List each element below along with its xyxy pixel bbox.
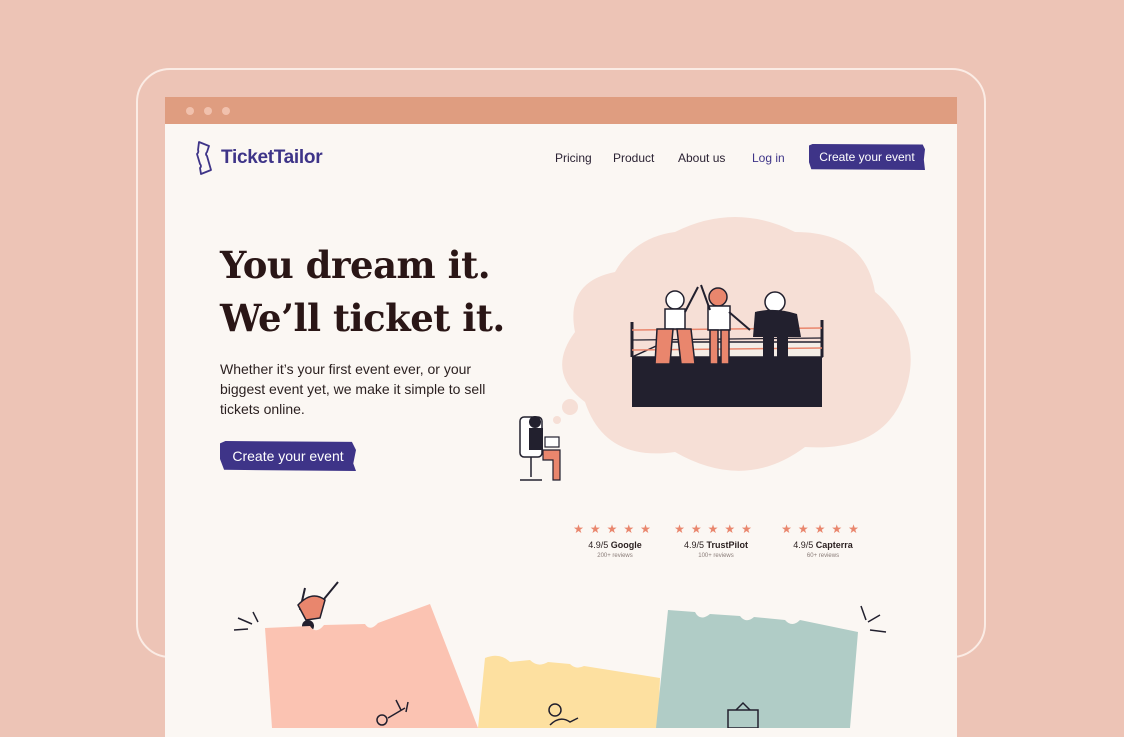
- rating-source: Google: [610, 540, 642, 550]
- window-dot-maximize[interactable]: [222, 107, 230, 115]
- hero-headline-line2: We’ll ticket it.: [220, 296, 505, 340]
- hero-illustration: [505, 212, 925, 492]
- hero-headline-line1: You dream it.: [220, 243, 491, 287]
- window-dot-minimize[interactable]: [204, 107, 212, 115]
- rating-source: Capterra: [815, 540, 853, 550]
- desk-person-illustration: [519, 416, 561, 481]
- nav-log-in[interactable]: Log in: [752, 151, 785, 165]
- rating-trustpilot: ★★★★★ 4.9/5 TrustPilot 100+ reviews: [661, 522, 771, 559]
- rating-stars: ★★★★★: [781, 522, 865, 536]
- tickets-illustration: [220, 560, 900, 728]
- rating-score: 4.9/5: [683, 540, 704, 550]
- rating-count: 60+ reviews: [806, 553, 840, 559]
- nav-about-us[interactable]: About us: [678, 151, 725, 165]
- rating-score: 4.9/5: [588, 540, 609, 550]
- logo[interactable]: TicketTailor: [195, 140, 323, 176]
- rating-count: 100+ reviews: [698, 553, 734, 559]
- nav-pricing[interactable]: Pricing: [555, 151, 592, 165]
- hero-subtext: Whether it’s your first event ever, or y…: [220, 361, 486, 417]
- rating-count: 200+ reviews: [597, 553, 633, 559]
- ticket-logo-icon: [195, 140, 217, 176]
- rating-capterra: ★★★★★ 4.9/5 Capterra 60+ reviews: [768, 522, 878, 559]
- rating-score: 4.9/5: [793, 540, 814, 550]
- create-event-hero-button[interactable]: Create your event: [220, 441, 356, 471]
- browser-title-bar: [165, 97, 957, 124]
- nav-product[interactable]: Product: [613, 151, 654, 165]
- logo-text: TicketTailor: [221, 147, 323, 168]
- rating-stars: ★★★★★: [674, 522, 758, 536]
- rating-source: TrustPilot: [706, 540, 749, 550]
- window-dot-close[interactable]: [186, 107, 194, 115]
- rating-google: ★★★★★ 4.9/5 Google 200+ reviews: [560, 522, 670, 559]
- rating-stars: ★★★★★: [573, 522, 657, 536]
- create-event-nav-button[interactable]: Create your event: [809, 144, 925, 170]
